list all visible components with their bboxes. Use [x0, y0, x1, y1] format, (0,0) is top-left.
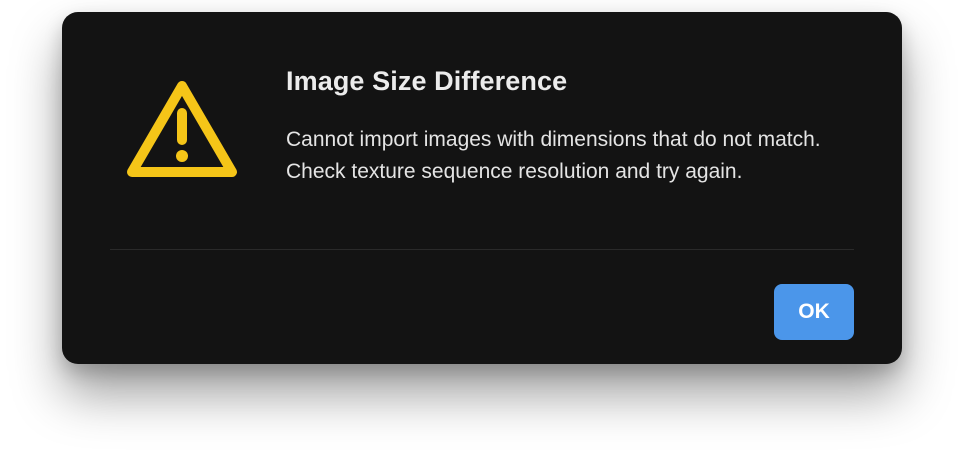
alert-dialog: Image Size Difference Cannot import imag… — [62, 12, 902, 364]
ok-button[interactable]: OK — [774, 284, 854, 340]
dialog-title: Image Size Difference — [286, 66, 568, 96]
warning-icon — [126, 78, 238, 180]
divider — [110, 249, 854, 250]
dialog-message: Cannot import images with dimensions tha… — [286, 128, 821, 183]
